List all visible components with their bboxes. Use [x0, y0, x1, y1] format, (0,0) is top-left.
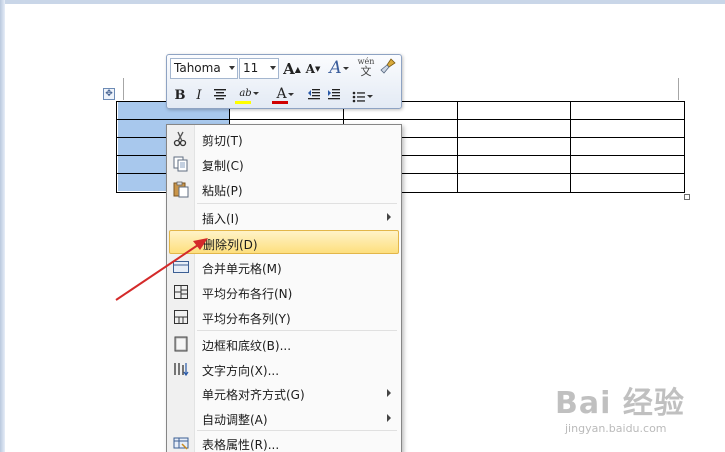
chevron-down-icon [229, 66, 235, 70]
styles-icon: A [329, 58, 342, 78]
chevron-down-icon [252, 92, 259, 95]
paste-icon [173, 181, 189, 198]
italic-button[interactable]: I [192, 86, 206, 106]
submenu-arrow-icon [387, 213, 391, 221]
bullet-list-icon [352, 91, 365, 102]
highlight-color-bar [235, 101, 251, 104]
highlight-button[interactable]: ab [233, 84, 265, 104]
bold-icon: B [174, 88, 186, 103]
menu-item-label: 复制(C) [202, 159, 244, 173]
annotation-arrow-icon [115, 238, 208, 301]
table-move-handle-icon[interactable]: ✥ [103, 88, 115, 100]
menu-item-text-direction[interactable]: 文字方向(X)... [169, 357, 399, 381]
font-name-value: Tahoma [174, 61, 221, 75]
font-color-icon: A [276, 86, 287, 102]
mini-toolbar: Tahoma 11 A▲ A▼ A wén 文 B I ab A [166, 54, 402, 109]
table-column-line [570, 102, 571, 192]
font-name-combo[interactable]: Tahoma [170, 58, 238, 79]
paintbrush-icon [380, 58, 396, 74]
decrease-indent-button[interactable] [306, 86, 322, 106]
copy-icon [173, 156, 188, 172]
menu-item-label: 剪切(T) [202, 134, 243, 148]
window-top-edge [0, 0, 725, 4]
menu-item-label: 插入(I) [202, 212, 239, 226]
watermark-url: jingyan.baidu.com [565, 422, 667, 435]
menu-item-copy[interactable]: 复制(C) [169, 152, 399, 176]
chevron-down-icon [287, 92, 294, 96]
menu-item-cut[interactable]: 剪切(T) [169, 127, 399, 151]
chevron-down-icon [270, 66, 276, 70]
decrease-indent-icon [308, 89, 320, 100]
watermark-logo: Bai 经验 [555, 386, 685, 421]
font-size-combo[interactable]: 11 [239, 58, 279, 79]
menu-item-label: 表格属性(R)... [202, 438, 280, 452]
text-direction-icon [174, 363, 189, 377]
table-properties-icon [173, 437, 189, 450]
menu-item-label: 粘贴(P) [202, 184, 243, 198]
italic-icon: I [196, 88, 202, 103]
menu-item-insert[interactable]: 插入(I) [169, 205, 399, 229]
bullets-button[interactable] [347, 86, 377, 106]
baidu-watermark: Bai 经验 jingyan.baidu.com [555, 378, 705, 448]
phonetic-guide-button[interactable]: wén 文 [357, 57, 375, 77]
bold-button[interactable]: B [172, 86, 188, 106]
menu-item-distribute-columns[interactable]: 平均分布各列(Y) [169, 305, 399, 329]
menu-item-autofit[interactable]: 自动调整(A) [169, 406, 399, 430]
menu-item-label: 自动调整(A) [202, 413, 268, 427]
font-color-button[interactable]: A [270, 84, 300, 104]
window-left-edge [0, 0, 5, 452]
menu-item-paste[interactable]: 粘贴(P) [169, 177, 399, 201]
table-column-line [457, 102, 458, 192]
menu-item-cell-alignment[interactable]: 单元格对齐方式(G) [169, 381, 399, 405]
font-size-value: 11 [243, 61, 259, 75]
highlighter-icon: ab [239, 88, 252, 99]
table-resize-handle[interactable] [684, 194, 690, 200]
grow-font-icon: A [283, 60, 295, 78]
styles-button[interactable]: A [327, 58, 351, 78]
menu-item-borders-shading[interactable]: 边框和底纹(B)... [169, 332, 399, 356]
menu-item-label: 边框和底纹(B)... [202, 339, 292, 353]
menu-separator [197, 203, 397, 204]
chevron-down-icon [342, 67, 349, 70]
crop-mark-right [678, 78, 679, 100]
menu-item-table-properties[interactable]: 表格属性(R)... [169, 431, 399, 452]
shrink-font-button[interactable]: A▼ [304, 59, 322, 79]
borders-icon [174, 336, 188, 352]
format-painter-button[interactable] [379, 58, 397, 78]
crop-mark-left [123, 78, 124, 100]
menu-separator [197, 330, 397, 331]
shrink-font-icon: A [305, 62, 315, 76]
submenu-arrow-icon [387, 414, 391, 422]
distribute-columns-icon [174, 310, 188, 324]
font-color-bar [272, 101, 288, 104]
align-center-icon [214, 89, 226, 100]
increase-indent-button[interactable] [326, 86, 342, 106]
increase-indent-icon [328, 89, 340, 100]
scissors-icon [173, 131, 187, 147]
center-align-button[interactable] [212, 86, 228, 106]
menu-item-label: 平均分布各列(Y) [202, 312, 291, 326]
menu-item-label: 文字方向(X)... [202, 364, 280, 378]
menu-item-label: 单元格对齐方式(G) [202, 388, 305, 402]
chevron-down-icon [366, 95, 373, 98]
submenu-arrow-icon [387, 389, 391, 397]
grow-font-button[interactable]: A▲ [283, 59, 301, 79]
table-row-line [117, 119, 684, 120]
